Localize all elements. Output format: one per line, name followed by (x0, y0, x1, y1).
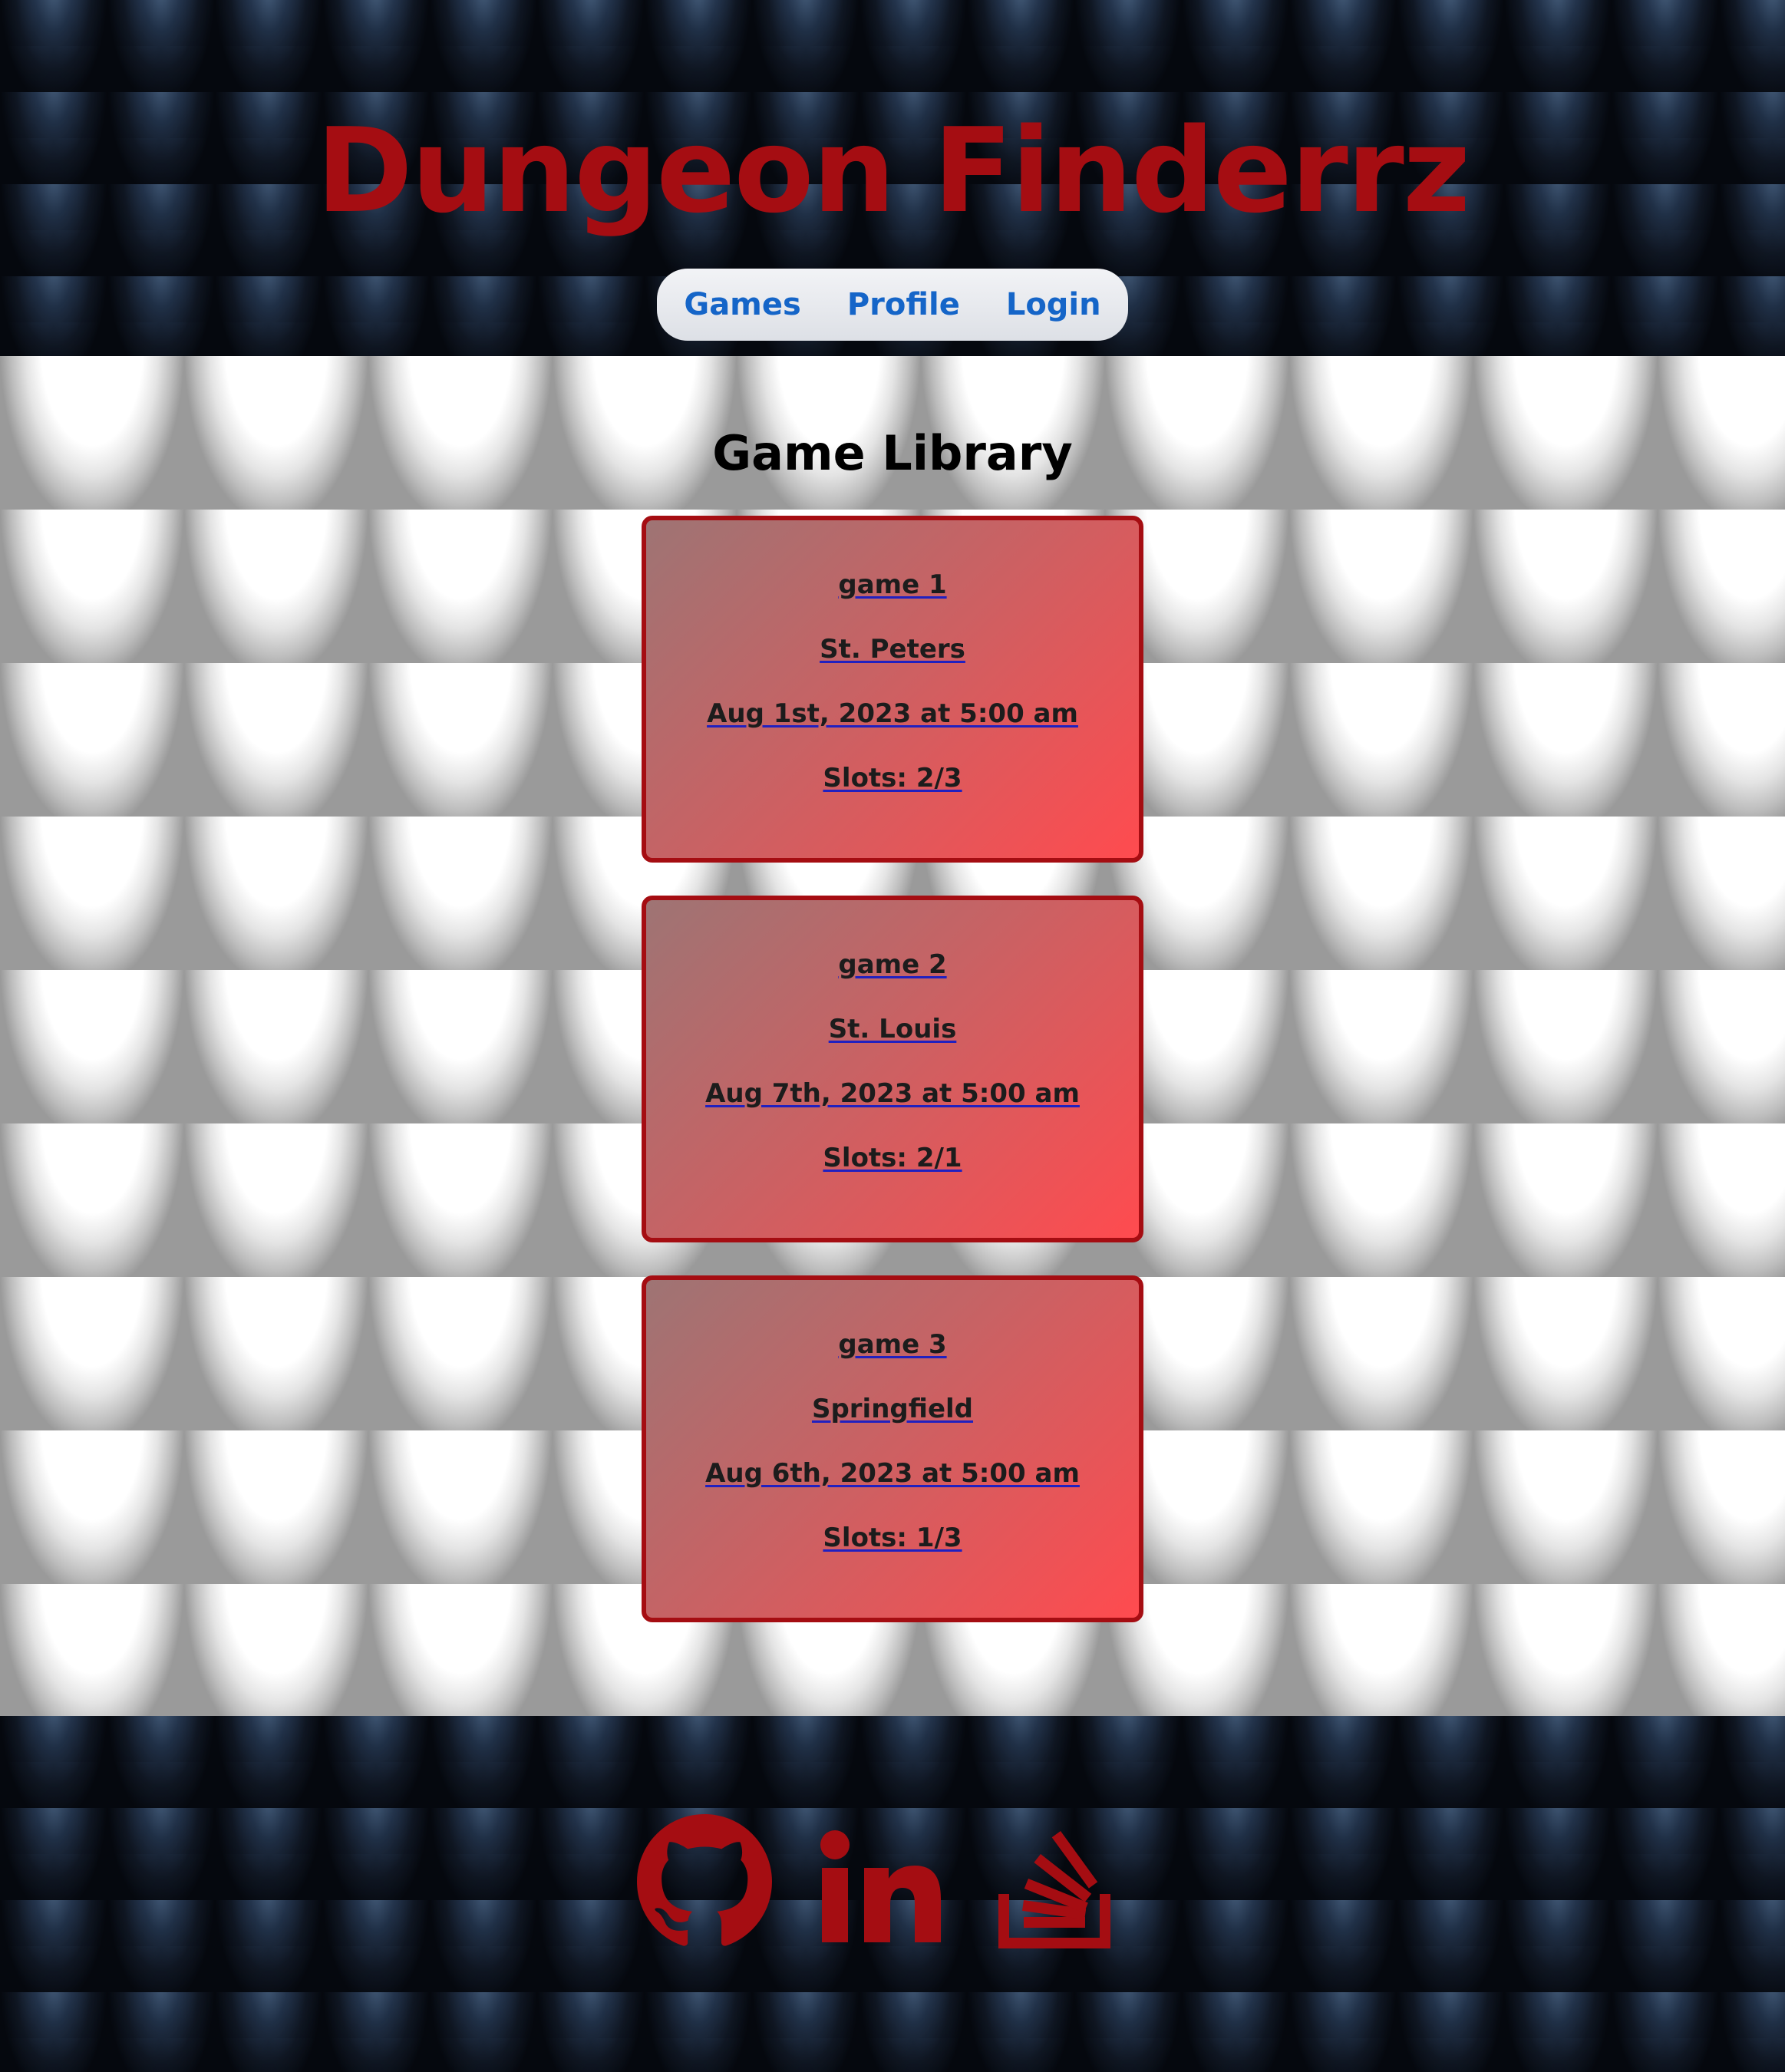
game-slots-link[interactable]: Slots: 2/3 (823, 761, 962, 795)
site-header: Dungeon Finderrz Games Profile Login (0, 0, 1785, 356)
nav-link-login[interactable]: Login (1006, 287, 1101, 322)
main-content: Game Library game 1 St. Peters Aug 1st, … (0, 356, 1785, 1716)
main-nav: Games Profile Login (657, 269, 1128, 341)
page-title: Game Library (712, 425, 1073, 481)
social-links (0, 1716, 1785, 2072)
stackoverflow-icon[interactable] (998, 1814, 1116, 1949)
site-footer (0, 1716, 1785, 2072)
game-card[interactable]: game 1 St. Peters Aug 1st, 2023 at 5:00 … (642, 516, 1143, 863)
nav-link-profile[interactable]: Profile (847, 287, 960, 322)
game-name-link[interactable]: game 1 (838, 568, 946, 602)
game-datetime-link[interactable]: Aug 6th, 2023 at 5:00 am (705, 1457, 1080, 1490)
game-card[interactable]: game 2 St. Louis Aug 7th, 2023 at 5:00 a… (642, 896, 1143, 1242)
game-location-link[interactable]: St. Louis (829, 1012, 957, 1046)
game-name-link[interactable]: game 2 (838, 948, 946, 982)
nav-link-games[interactable]: Games (684, 287, 800, 322)
game-datetime-link[interactable]: Aug 1st, 2023 at 5:00 am (707, 697, 1078, 731)
game-slots-link[interactable]: Slots: 2/1 (823, 1141, 962, 1175)
game-location-link[interactable]: St. Peters (820, 632, 965, 666)
game-name-link[interactable]: game 3 (838, 1328, 946, 1361)
linkedin-icon[interactable] (820, 1829, 942, 1945)
site-title: Dungeon Finderrz (315, 103, 1470, 239)
game-location-link[interactable]: Springfield (812, 1392, 973, 1426)
game-card[interactable]: game 3 Springfield Aug 6th, 2023 at 5:00… (642, 1275, 1143, 1622)
game-slots-link[interactable]: Slots: 1/3 (823, 1521, 962, 1555)
game-datetime-link[interactable]: Aug 7th, 2023 at 5:00 am (705, 1077, 1080, 1110)
github-icon[interactable] (637, 1814, 772, 1949)
